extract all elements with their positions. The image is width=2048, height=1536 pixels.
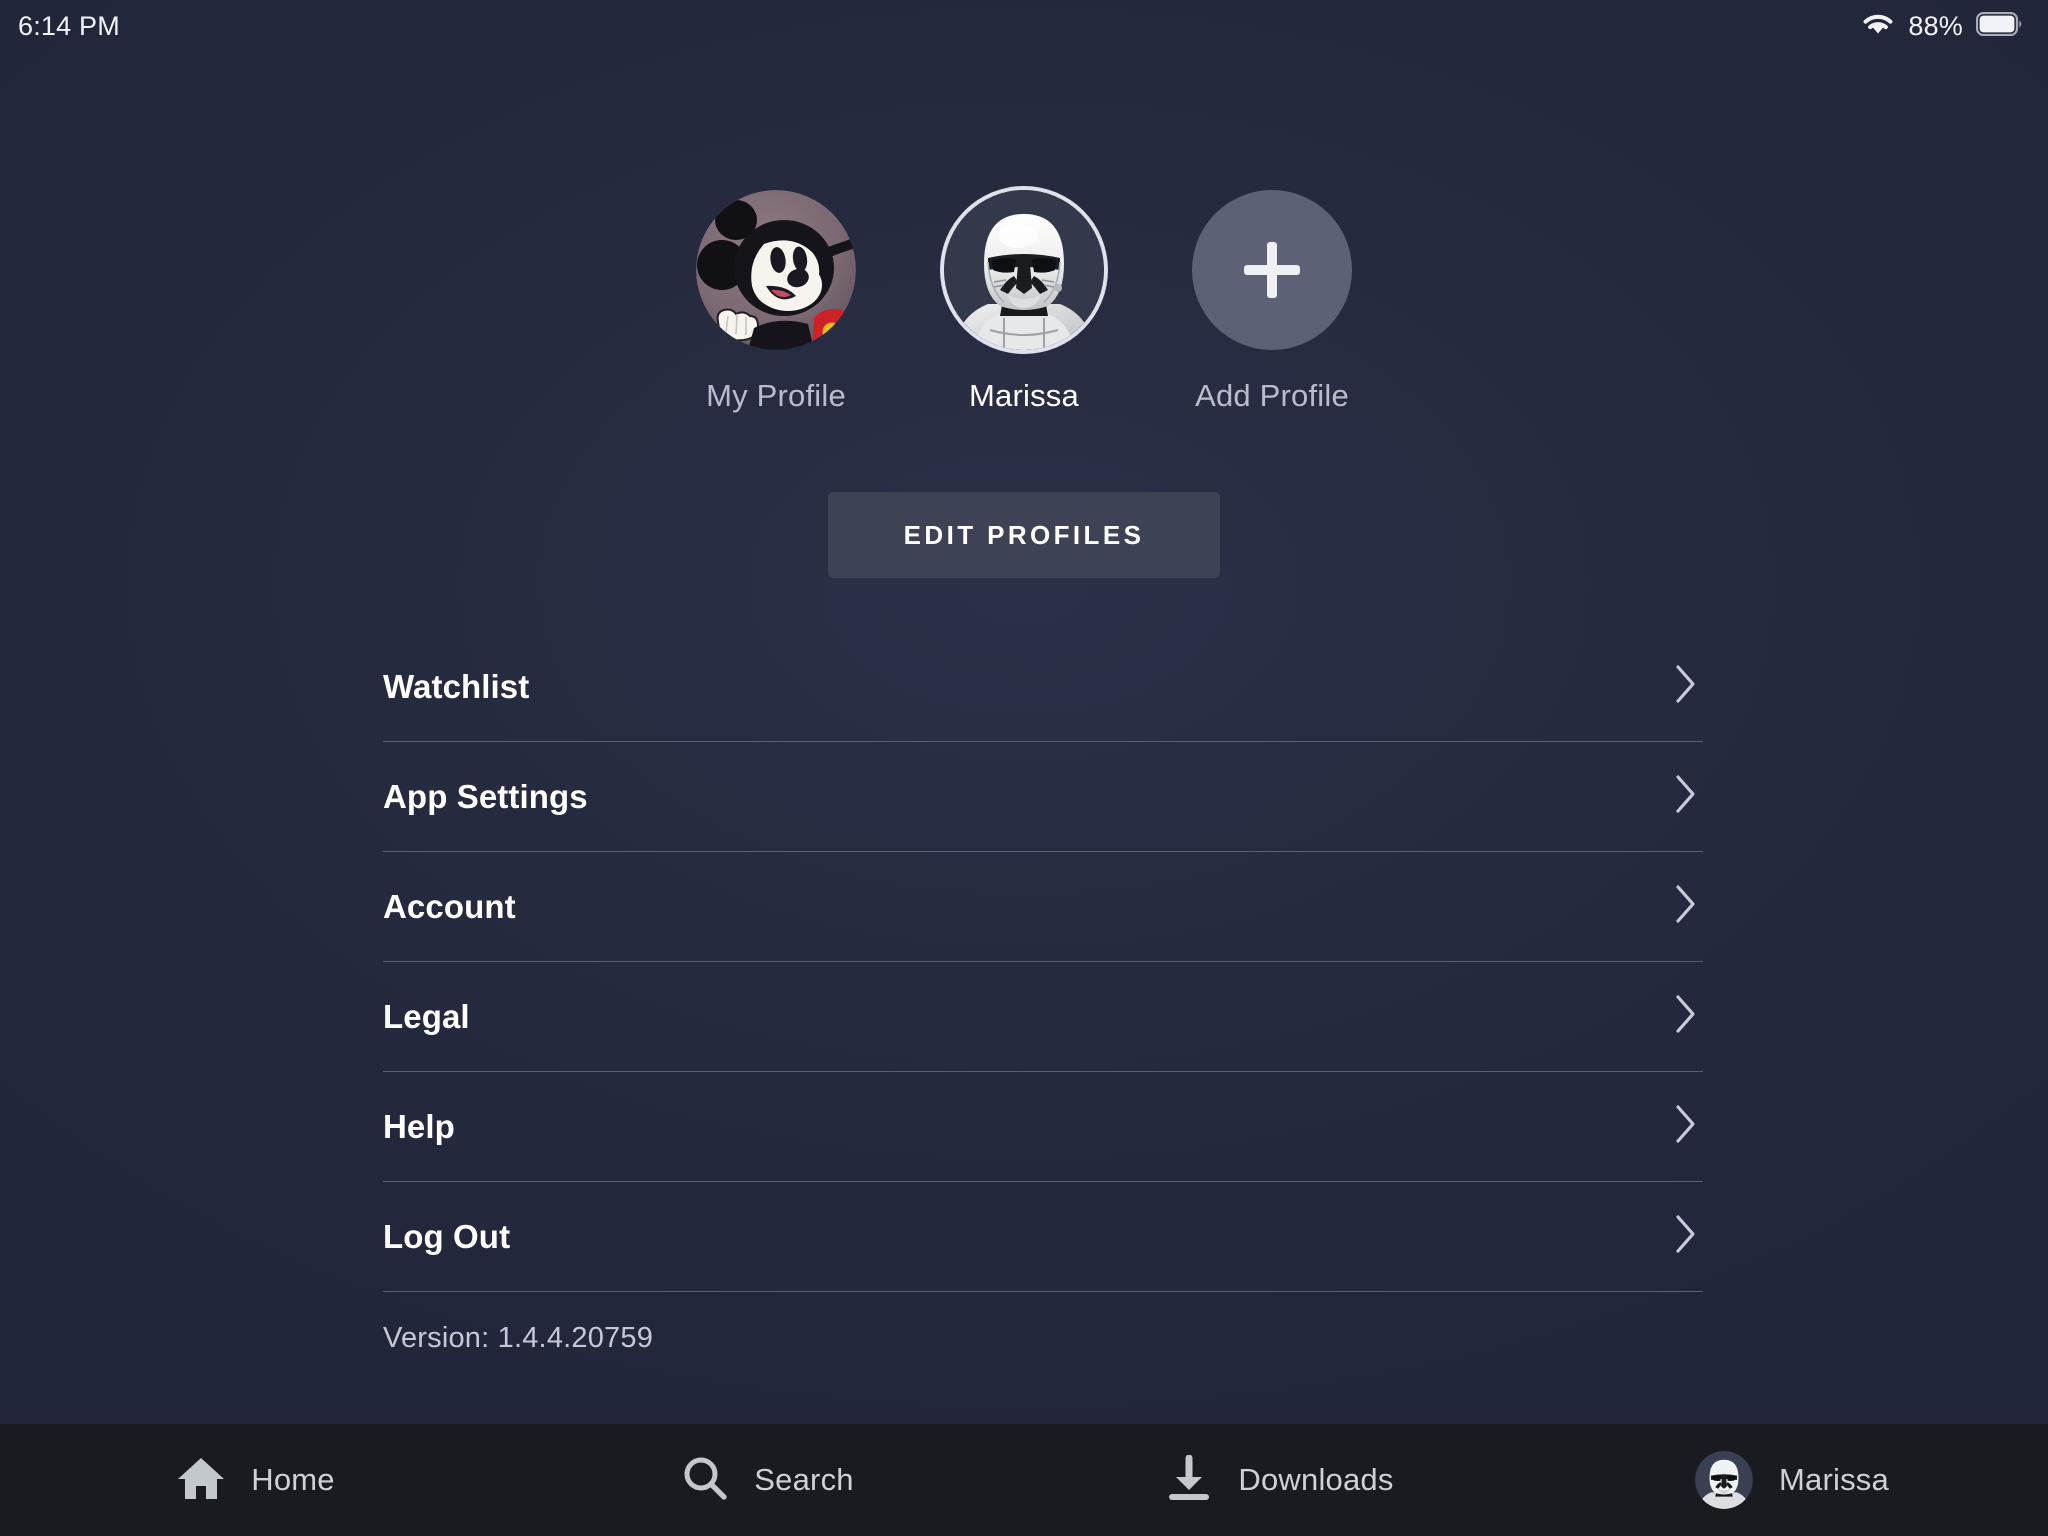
version-text: Version: 1.4.4.20759 <box>383 1322 654 1354</box>
avatar-wrap-add-profile[interactable] <box>1192 190 1352 350</box>
stormtrooper-avatar <box>944 190 1104 350</box>
status-bar-indicators: 88% <box>1861 11 2022 42</box>
menu-label-watchlist: Watchlist <box>383 667 530 705</box>
stormtrooper-avatar <box>1695 1451 1754 1509</box>
tab-label-search: Search <box>754 1462 854 1497</box>
menu-label-help: Help <box>383 1107 455 1145</box>
menu-row-help[interactable]: Help <box>383 1072 1703 1182</box>
chevron-right-icon <box>1675 1104 1697 1149</box>
chevron-right-icon <box>1675 774 1697 819</box>
bottom-tab-bar: Home Search Downloads Marissa <box>0 1424 2048 1536</box>
profile-label-my-profile: My Profile <box>706 378 846 413</box>
tab-profile-marissa[interactable]: Marissa <box>1536 1424 2048 1536</box>
battery-percentage: 88% <box>1908 10 1963 41</box>
menu-row-log-out[interactable]: Log Out <box>383 1182 1703 1292</box>
profile-label-add-profile: Add Profile <box>1195 378 1349 413</box>
menu-label-legal: Legal <box>383 997 470 1035</box>
plus-icon <box>1244 242 1300 298</box>
tab-label-marissa: Marissa <box>1779 1462 1889 1497</box>
tab-label-downloads: Downloads <box>1238 1462 1394 1497</box>
download-icon <box>1166 1454 1212 1506</box>
home-icon <box>177 1455 225 1506</box>
menu-row-account[interactable]: Account <box>383 852 1703 962</box>
settings-menu-list: Watchlist App Settings Account Legal Hel <box>383 632 1703 1292</box>
battery-icon <box>1975 11 2022 41</box>
profiles-row: My Profile Marissa Add Profile <box>0 190 2048 414</box>
tab-label-home: Home <box>251 1462 335 1497</box>
disney-plus-profile-screen: 6:14 PM 88% My Profile Marissa Add Profi… <box>0 0 2048 1536</box>
profile-item-marissa[interactable]: Marissa <box>924 190 1124 414</box>
tab-home[interactable]: Home <box>0 1424 512 1536</box>
menu-label-app-settings: App Settings <box>383 777 588 815</box>
mickey-mouse-avatar <box>696 190 856 350</box>
wifi-icon <box>1861 11 1895 42</box>
profile-label-marissa: Marissa <box>969 378 1079 413</box>
search-icon <box>682 1455 728 1506</box>
avatar-wrap-marissa[interactable] <box>944 190 1104 350</box>
profile-item-my-profile[interactable]: My Profile <box>676 190 876 414</box>
profile-item-add-profile[interactable]: Add Profile <box>1172 190 1372 414</box>
tab-downloads[interactable]: Downloads <box>1024 1424 1536 1536</box>
chevron-right-icon <box>1675 994 1697 1039</box>
menu-row-watchlist[interactable]: Watchlist <box>383 632 1703 742</box>
chevron-right-icon <box>1675 884 1697 929</box>
menu-label-account: Account <box>383 887 516 925</box>
menu-row-legal[interactable]: Legal <box>383 962 1703 1072</box>
menu-label-log-out: Log Out <box>383 1217 511 1255</box>
menu-row-app-settings[interactable]: App Settings <box>383 742 1703 852</box>
status-bar-time: 6:14 PM <box>18 10 120 41</box>
chevron-right-icon <box>1675 1214 1697 1259</box>
chevron-right-icon <box>1675 664 1697 709</box>
status-bar: 6:14 PM 88% <box>0 0 2048 52</box>
avatar-wrap-my-profile[interactable] <box>696 190 856 350</box>
edit-profiles-button[interactable]: EDIT PROFILES <box>828 492 1220 578</box>
add-profile-circle[interactable] <box>1192 190 1352 350</box>
tab-search[interactable]: Search <box>512 1424 1024 1536</box>
